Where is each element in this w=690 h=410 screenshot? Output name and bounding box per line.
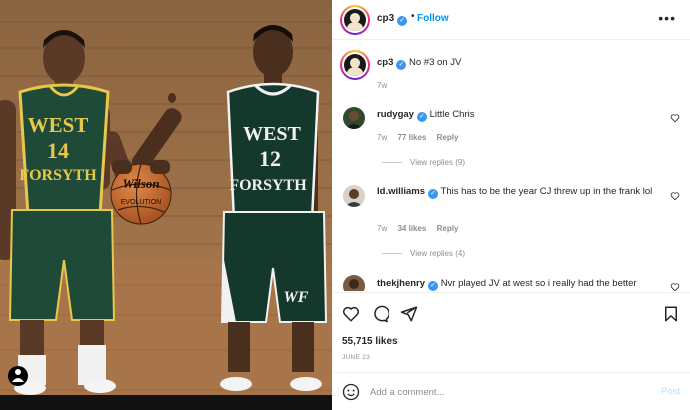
comment-like-heart-icon[interactable]	[670, 113, 680, 123]
caption-avatar[interactable]	[340, 50, 370, 80]
caption-meta: 7w	[377, 81, 395, 90]
more-icon[interactable]: •••	[658, 10, 676, 26]
post-actions: 55,715 likes JUNE 23 Post	[332, 292, 690, 410]
comment-age: 7w	[377, 224, 388, 233]
comment-username[interactable]: ld.williams	[377, 186, 425, 197]
verified-icon: ✓	[416, 112, 427, 122]
comment-meta: 7w 34 likes Reply	[377, 224, 466, 233]
post-comment-button[interactable]: Post	[661, 386, 680, 397]
heart-icon[interactable]	[342, 305, 360, 323]
emoji-icon[interactable]	[342, 383, 360, 401]
left-jersey-team-top: WEST	[28, 113, 89, 137]
caption: cp3 ✓ No #3 on JV	[377, 56, 657, 70]
comment-row: rudygay ✓ Little Chris	[377, 108, 657, 122]
comments-list[interactable]: cp3 ✓ No #3 on JV 7w rudygay ✓ Little Chri…	[332, 41, 690, 291]
caption-username[interactable]: cp3	[377, 57, 393, 68]
share-icon[interactable]	[400, 305, 418, 323]
ball-brand: Wilson	[122, 176, 159, 191]
verified-icon: ✓	[397, 16, 408, 26]
tagged-user-icon	[8, 366, 28, 386]
verified-icon: ✓	[396, 60, 407, 70]
verified-icon: ✓	[428, 281, 439, 291]
comment-row: thekjhenry ✓ Nvr played JV at west so i r…	[377, 277, 657, 291]
avatar-photo-icon	[349, 279, 359, 289]
reply-button[interactable]: Reply	[437, 133, 459, 142]
reply-button[interactable]: Reply	[437, 224, 459, 233]
comment-input[interactable]	[370, 384, 640, 400]
view-replies-button[interactable]: View replies (9)	[382, 158, 465, 167]
avatar-photo-icon	[345, 189, 363, 207]
right-jersey-team-bottom: FORSYTH	[229, 177, 307, 194]
comment-likes[interactable]: 77 likes	[397, 133, 426, 142]
comment-avatar[interactable]	[343, 185, 365, 207]
caption-text: No #3 on JV	[409, 57, 462, 68]
right-jersey-team-top: WEST	[243, 123, 301, 145]
post-side-panel: cp3 ✓ • Follow ••• cp3 ✓ No #3 on JV 7w ru…	[332, 0, 690, 410]
comment-meta: 7w 77 likes Reply	[377, 133, 466, 142]
left-jersey-team-bottom: FORSYTH	[19, 167, 97, 184]
comment-avatar[interactable]	[343, 107, 365, 129]
shorts-logo: WF	[284, 289, 309, 306]
comment-like-heart-icon[interactable]	[670, 282, 680, 291]
caption-age: 7w	[377, 81, 388, 90]
bookmark-icon[interactable]	[662, 305, 680, 323]
left-jersey-number: 14	[47, 138, 69, 163]
post-photo[interactable]: WEST 14 FORSYTH WEST 12 FORSYTH WF Wilso…	[0, 0, 332, 410]
avatar-photo-icon	[345, 111, 363, 129]
divider-line	[382, 253, 402, 255]
comment-text: Little Chris	[429, 109, 475, 120]
photo-illustration: WEST 14 FORSYTH WEST 12 FORSYTH WF Wilso…	[0, 0, 332, 410]
post-date[interactable]: JUNE 23	[342, 354, 370, 361]
verified-icon: ✓	[428, 189, 439, 199]
comment-text: Nvr played JV at west so i really had th…	[440, 278, 637, 289]
comment-username[interactable]: rudygay	[377, 109, 414, 120]
follow-button[interactable]: Follow	[417, 13, 449, 24]
right-jersey-number: 12	[259, 146, 281, 171]
post-header: cp3 ✓ • Follow •••	[332, 0, 690, 40]
add-comment-bar: Post	[332, 372, 690, 410]
divider-line	[382, 162, 402, 164]
comment-avatar[interactable]	[343, 275, 365, 291]
separator-dot: •	[411, 11, 415, 22]
comment-age: 7w	[377, 133, 388, 142]
comment-icon[interactable]	[371, 305, 389, 323]
comment-likes[interactable]: 34 likes	[397, 224, 426, 233]
comment-row: ld.williams ✓ This has to be the year CJ …	[377, 185, 657, 199]
comment-like-heart-icon[interactable]	[670, 191, 680, 201]
view-replies-button[interactable]: View replies (4)	[382, 249, 465, 258]
basketball	[110, 160, 172, 225]
likes-count[interactable]: 55,715 likes	[342, 336, 398, 347]
comment-text: This has to be the year CJ threw up in t…	[440, 186, 653, 197]
ball-model: EVOLUTION	[121, 199, 161, 206]
author-avatar[interactable]	[340, 5, 370, 35]
author-username[interactable]: cp3 ✓	[377, 13, 408, 26]
comment-username[interactable]: thekjhenry	[377, 278, 425, 289]
